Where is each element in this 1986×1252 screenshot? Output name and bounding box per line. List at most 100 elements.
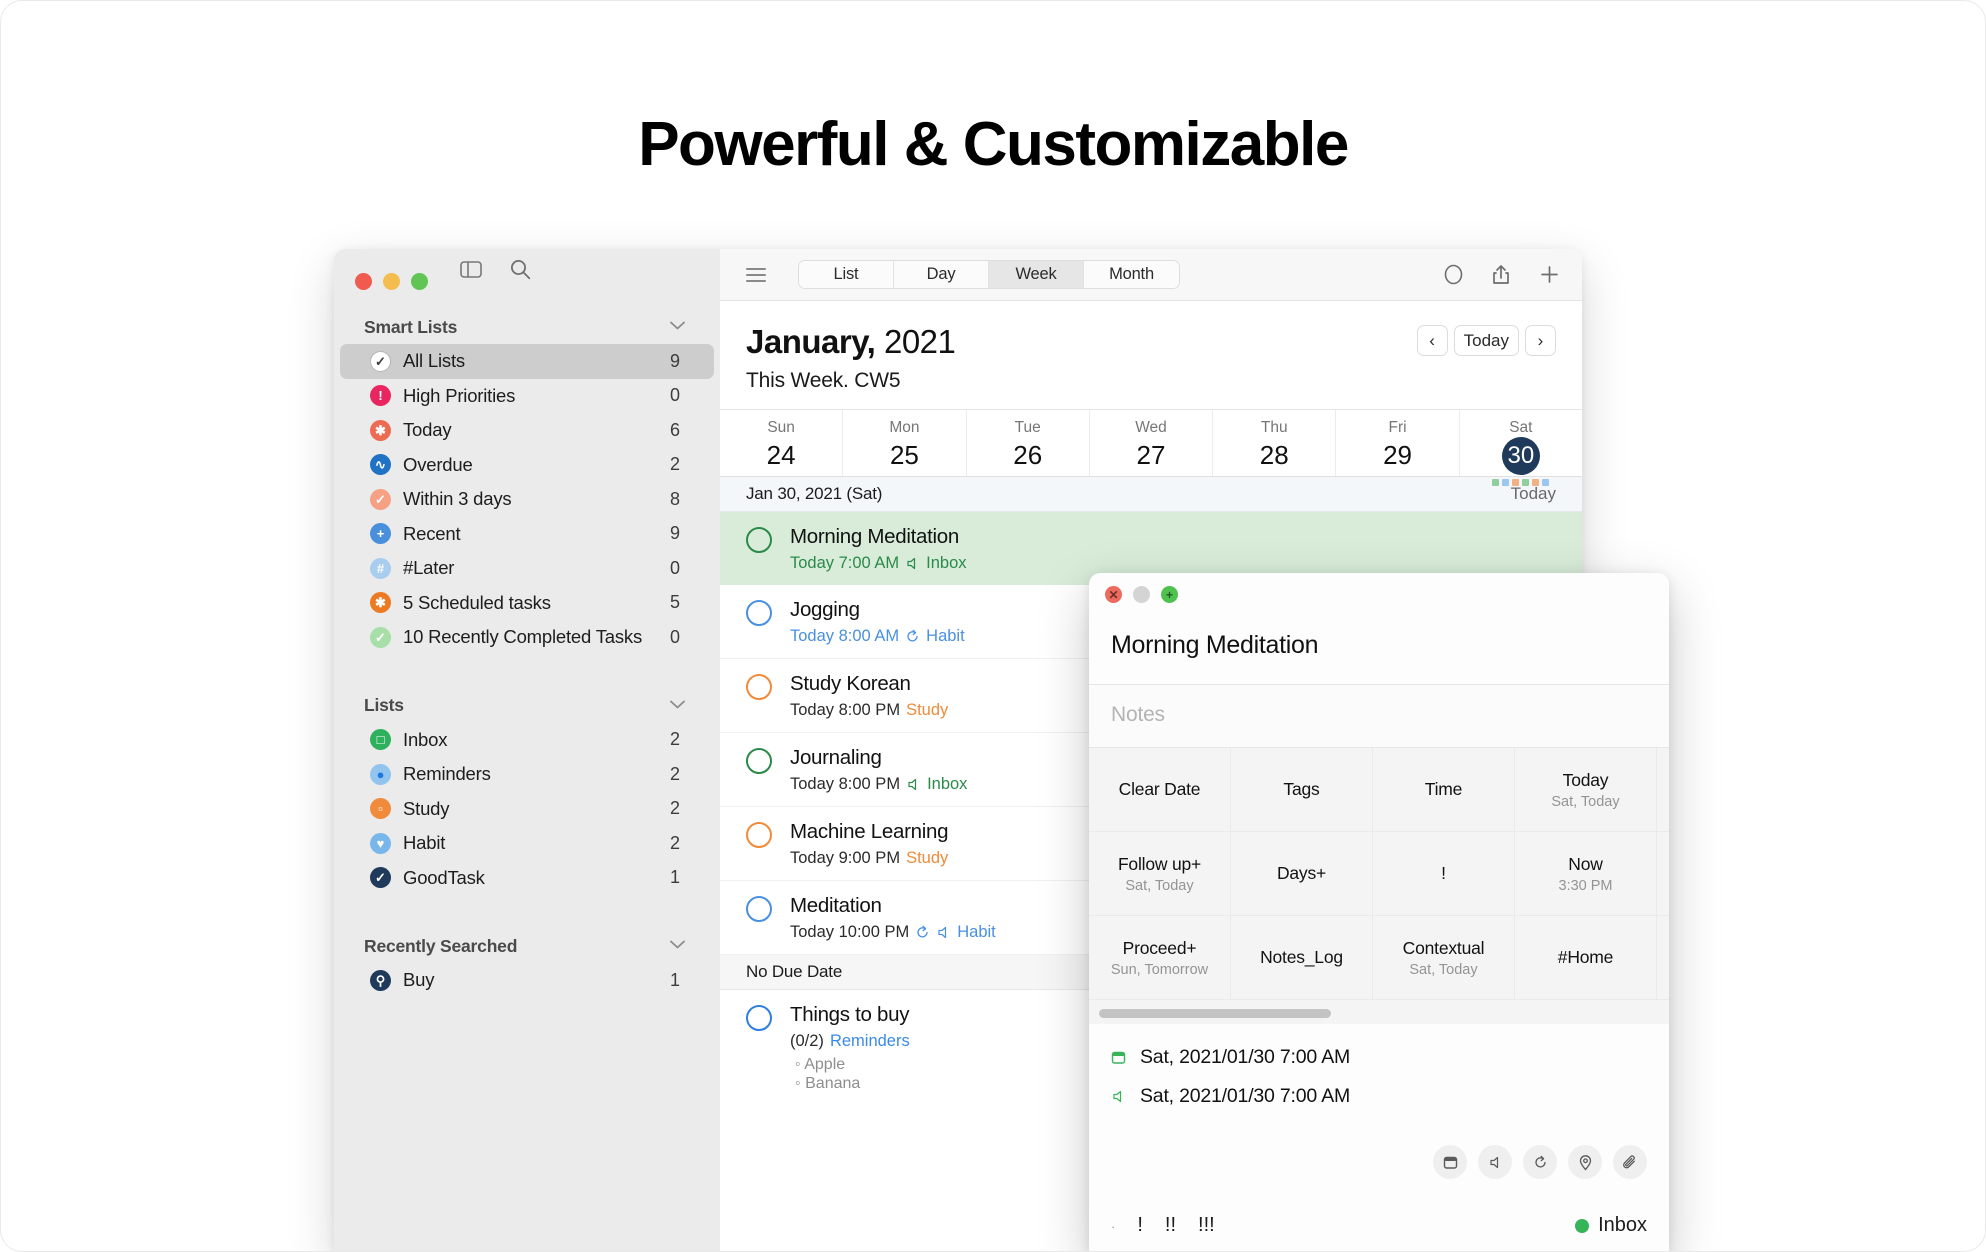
sidebar-item-5-scheduled-tasks[interactable]: ✱ 5 Scheduled tasks 5 xyxy=(340,586,714,621)
detail-grid-column: Tags Days+ Notes_Log xyxy=(1231,748,1373,1000)
task-title: Things to buy xyxy=(790,1003,910,1026)
sidebar-toggle-icon[interactable] xyxy=(460,261,482,278)
detail-action-today[interactable]: Today Sat, Today xyxy=(1515,748,1656,832)
task-complete-checkbox[interactable] xyxy=(746,1005,772,1031)
detail-date-row[interactable]: Sat, 2021/01/30 7:00 AM xyxy=(1111,1046,1647,1069)
detail-notes-field[interactable]: Notes xyxy=(1089,685,1669,748)
task-list-name: Habit xyxy=(926,627,965,645)
location-icon[interactable] xyxy=(1568,1145,1602,1179)
detail-action-follow-up[interactable]: Follow up+ Sat, Today xyxy=(1089,832,1230,916)
tab-week[interactable]: Week xyxy=(989,261,1084,288)
detail-action-[interactable]: ! xyxy=(1373,832,1514,916)
task-complete-checkbox[interactable] xyxy=(746,822,772,848)
hamburger-icon[interactable] xyxy=(746,267,766,282)
circle-icon[interactable] xyxy=(1438,264,1468,285)
priority-selector[interactable]: ·!!!!!! xyxy=(1111,1214,1215,1237)
priority-level-0[interactable]: · xyxy=(1111,1219,1115,1234)
sidebar-item-reminders[interactable]: ● Reminders 2 xyxy=(340,757,714,792)
sidebar-item-recent[interactable]: + Recent 9 xyxy=(340,517,714,552)
task-complete-checkbox[interactable] xyxy=(746,674,772,700)
sidebar-item-10-recently-completed-tasks[interactable]: ✓ 10 Recently Completed Tasks 0 xyxy=(340,620,714,655)
attachment-icon[interactable] xyxy=(1613,1145,1647,1179)
detail-action-tags[interactable]: Tags xyxy=(1231,748,1372,832)
detail-grid-scrollbar-track[interactable] xyxy=(1089,1000,1669,1024)
calendar-icon[interactable] xyxy=(1433,1145,1467,1179)
day-cell-fri[interactable]: Fri 29 xyxy=(1336,410,1460,476)
detail-action-time[interactable]: Time xyxy=(1373,748,1514,832)
day-cell-mon[interactable]: Mon 25 xyxy=(843,410,967,476)
plus-icon[interactable] xyxy=(1534,264,1564,285)
tab-day[interactable]: Day xyxy=(894,261,989,288)
detail-action-home[interactable]: #Home xyxy=(1515,916,1656,1000)
day-cell-sat[interactable]: Sat 30 xyxy=(1460,410,1582,486)
calendar-header: January, 2021 This Week. CW5 ‹ Today › xyxy=(720,301,1582,393)
sidebar-item-buy[interactable]: ⚲ Buy 1 xyxy=(340,963,714,998)
share-icon[interactable] xyxy=(1486,264,1516,286)
detail-grid-scrollbar-thumb[interactable] xyxy=(1099,1009,1331,1018)
task-complete-checkbox[interactable] xyxy=(746,748,772,774)
detail-footer: ·!!!!!! Inbox xyxy=(1089,1214,1669,1237)
sidebar-section-header-lists[interactable]: Lists xyxy=(334,689,720,723)
next-week-button[interactable]: › xyxy=(1525,325,1556,356)
chevron-down-icon[interactable] xyxy=(669,697,686,715)
sidebar-item-count: 2 xyxy=(669,763,680,784)
detail-action-contextual[interactable]: Contextual Sat, Today xyxy=(1373,916,1514,1000)
detail-action-label: Time xyxy=(1424,779,1463,799)
detail-action-days[interactable]: Days+ xyxy=(1231,832,1372,916)
detail-list-badge[interactable]: Inbox xyxy=(1575,1214,1647,1237)
detail-action-label: ! xyxy=(1441,863,1446,883)
detail-action-proceed[interactable]: Proceed+ Sun, Tomorrow xyxy=(1089,916,1230,1000)
sidebar-section-header-recently-searched[interactable]: Recently Searched xyxy=(334,929,720,963)
prev-week-button[interactable]: ‹ xyxy=(1416,325,1448,356)
detail-close-button[interactable]: ✕ xyxy=(1105,586,1122,603)
detail-minimize-button[interactable] xyxy=(1133,586,1150,603)
sidebar-item-label: #Later xyxy=(403,557,455,579)
priority-level-2[interactable]: !! xyxy=(1165,1214,1176,1237)
sidebar-item-inbox[interactable]: □ Inbox 2 xyxy=(340,723,714,758)
chevron-down-icon[interactable] xyxy=(669,937,686,955)
detail-action-clear-date[interactable]: Clear Date xyxy=(1089,748,1230,832)
close-button[interactable] xyxy=(355,273,372,290)
detail-date-row[interactable]: Sat, 2021/01/30 7:00 AM xyxy=(1111,1085,1647,1108)
detail-grid-column-partial[interactable] xyxy=(1657,748,1669,1000)
task-complete-checkbox[interactable] xyxy=(746,600,772,626)
sidebar-item-today[interactable]: ✱ Today 6 xyxy=(340,413,714,448)
view-mode-segmented-control[interactable]: List Day Week Month xyxy=(798,260,1180,289)
search-icon[interactable] xyxy=(510,259,531,280)
tab-list[interactable]: List xyxy=(799,261,894,288)
detail-zoom-button[interactable]: + xyxy=(1161,586,1178,603)
day-cell-thu[interactable]: Thu 28 xyxy=(1213,410,1337,476)
day-cell-sun[interactable]: Sun 24 xyxy=(720,410,844,476)
day-cell-tue[interactable]: Tue 26 xyxy=(967,410,1090,476)
sidebar-item-all-lists[interactable]: ✓ All Lists 9 xyxy=(340,344,714,379)
detail-action-now[interactable]: Now 3:30 PM xyxy=(1515,832,1656,916)
repeat-icon[interactable] xyxy=(1523,1145,1557,1179)
today-button[interactable]: Today xyxy=(1453,325,1519,356)
detail-action-notes-log[interactable]: Notes_Log xyxy=(1231,916,1372,1000)
detail-task-title[interactable]: Morning Meditation xyxy=(1089,603,1669,685)
detail-action-label: Days+ xyxy=(1276,863,1327,883)
sidebar-section-header-smart-lists[interactable]: Smart Lists xyxy=(334,310,720,344)
sidebar-item-within-3-days[interactable]: ✓ Within 3 days 8 xyxy=(340,482,714,517)
zoom-button[interactable] xyxy=(411,273,428,290)
tab-month[interactable]: Month xyxy=(1084,261,1179,288)
priority-level-1[interactable]: ! xyxy=(1137,1214,1143,1237)
sidebar-item-overdue[interactable]: ∿ Overdue 2 xyxy=(340,448,714,483)
detail-action-label: Proceed+ xyxy=(1122,937,1197,958)
sidebar-item-study[interactable]: ▫ Study 2 xyxy=(340,792,714,827)
sidebar-item-count: 1 xyxy=(669,867,680,888)
task-complete-checkbox[interactable] xyxy=(746,527,772,553)
task-complete-checkbox[interactable] xyxy=(746,896,772,922)
task-subitem: ◦ Banana xyxy=(795,1075,861,1092)
alert-icon[interactable] xyxy=(1478,1145,1512,1179)
minimize-button[interactable] xyxy=(383,273,400,290)
day-of-week-label: Tue xyxy=(1014,419,1041,436)
sidebar-item-high-priorities[interactable]: ! High Priorities 0 xyxy=(340,379,714,414)
sidebar-item-goodtask[interactable]: ✓ GoodTask 1 xyxy=(340,861,714,896)
sidebar-item-later[interactable]: # #Later 0 xyxy=(340,551,714,586)
task-title: Study Korean xyxy=(790,672,911,695)
sidebar-item-habit[interactable]: ♥ Habit 2 xyxy=(340,826,714,861)
day-cell-wed[interactable]: Wed 27 xyxy=(1090,410,1214,476)
priority-level-3[interactable]: !!! xyxy=(1198,1214,1215,1237)
chevron-down-icon[interactable] xyxy=(669,318,686,336)
